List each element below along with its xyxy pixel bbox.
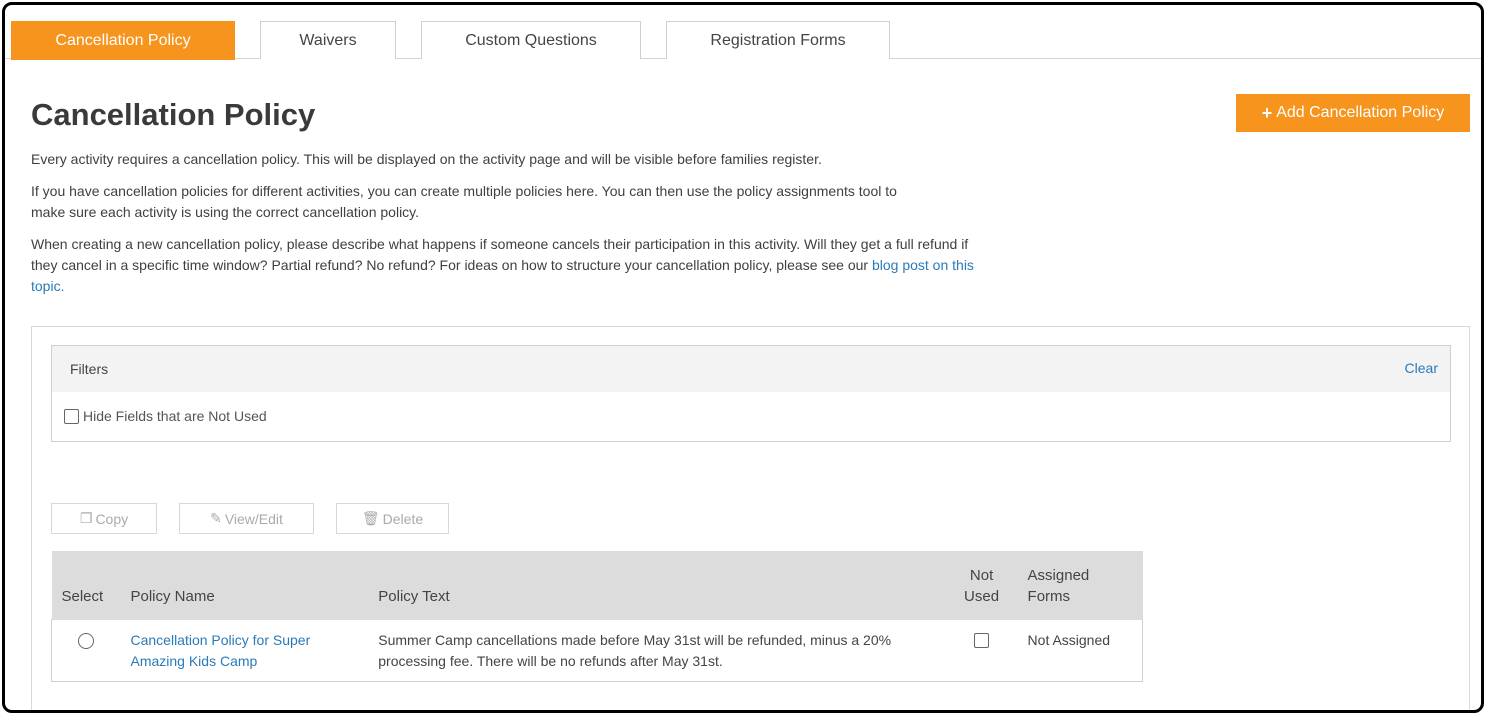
tab-bar: Cancellation Policy Waivers Custom Quest…: [5, 5, 1481, 60]
add-cancellation-policy-button[interactable]: + Add Cancellation Policy: [1236, 94, 1470, 132]
assigned-forms-status: Not Assigned: [1017, 618, 1143, 682]
policies-table: Select Policy Name Policy Text Not Used …: [51, 551, 1143, 682]
trash-icon: 🗑: [361, 510, 380, 526]
filters-title: Filters: [70, 361, 109, 377]
hide-unused-label: Hide Fields that are Not Used: [83, 408, 267, 424]
plus-icon: +: [1261, 103, 1273, 123]
select-cell: [51, 618, 121, 682]
policy-panel: Filters Clear Hide Fields that are Not U…: [31, 326, 1470, 710]
copy-icon: ❐: [79, 510, 93, 526]
table-header-row: Select Policy Name Policy Text Not Used …: [51, 551, 1143, 619]
not-used-checkbox[interactable]: [974, 632, 990, 648]
row-select-radio[interactable]: [78, 632, 94, 649]
tab-cancellation-policy[interactable]: Cancellation Policy: [11, 21, 235, 60]
app-frame: Cancellation Policy Waivers Custom Quest…: [2, 2, 1484, 713]
view-edit-label: View/Edit: [224, 510, 283, 527]
tab-custom-questions[interactable]: Custom Questions: [421, 21, 641, 59]
tab-registration-forms[interactable]: Registration Forms: [666, 21, 890, 59]
add-button-label: Add Cancellation Policy: [1276, 104, 1445, 121]
pencil-icon: ✎: [210, 510, 222, 526]
view-edit-button[interactable]: ✎ View/Edit: [179, 503, 314, 534]
delete-button[interactable]: 🗑 Delete: [336, 503, 449, 534]
header-select: Select: [51, 551, 121, 619]
header-assigned-forms: Assigned Forms: [1017, 551, 1143, 619]
delete-label: Delete: [382, 510, 424, 527]
creating-policy-text: When creating a new cancellation policy,…: [31, 234, 981, 297]
creating-policy-body: When creating a new cancellation policy,…: [31, 236, 969, 273]
page-title: Cancellation Policy: [31, 97, 316, 132]
clear-filters-link[interactable]: Clear: [1405, 360, 1438, 376]
hide-unused-checkbox[interactable]: [64, 408, 79, 424]
header-not-used: Not Used: [945, 551, 1018, 619]
multiple-policies-text: If you have cancellation policies for di…: [31, 183, 897, 220]
copy-button[interactable]: ❐ Copy: [51, 503, 157, 534]
table-row: Cancellation Policy for Super Amazing Ki…: [51, 618, 1143, 682]
filters-box: Filters Clear Hide Fields that are Not U…: [51, 345, 1451, 442]
copy-label: Copy: [95, 510, 129, 527]
header-policy-name: Policy Name: [120, 551, 369, 619]
policy-name-link[interactable]: Cancellation Policy for Super Amazing Ki…: [130, 632, 310, 669]
hide-unused-filter[interactable]: Hide Fields that are Not Used: [64, 408, 267, 424]
intro-text: Every activity requires a cancellation p…: [31, 151, 822, 167]
filters-header: Filters Clear: [52, 346, 1450, 392]
tab-waivers[interactable]: Waivers: [260, 21, 396, 59]
policy-name-cell: Cancellation Policy for Super Amazing Ki…: [120, 618, 369, 682]
policy-text-cell: Summer Camp cancellations made before Ma…: [368, 618, 946, 682]
header-policy-text: Policy Text: [368, 551, 946, 619]
not-used-cell: [945, 618, 1018, 682]
